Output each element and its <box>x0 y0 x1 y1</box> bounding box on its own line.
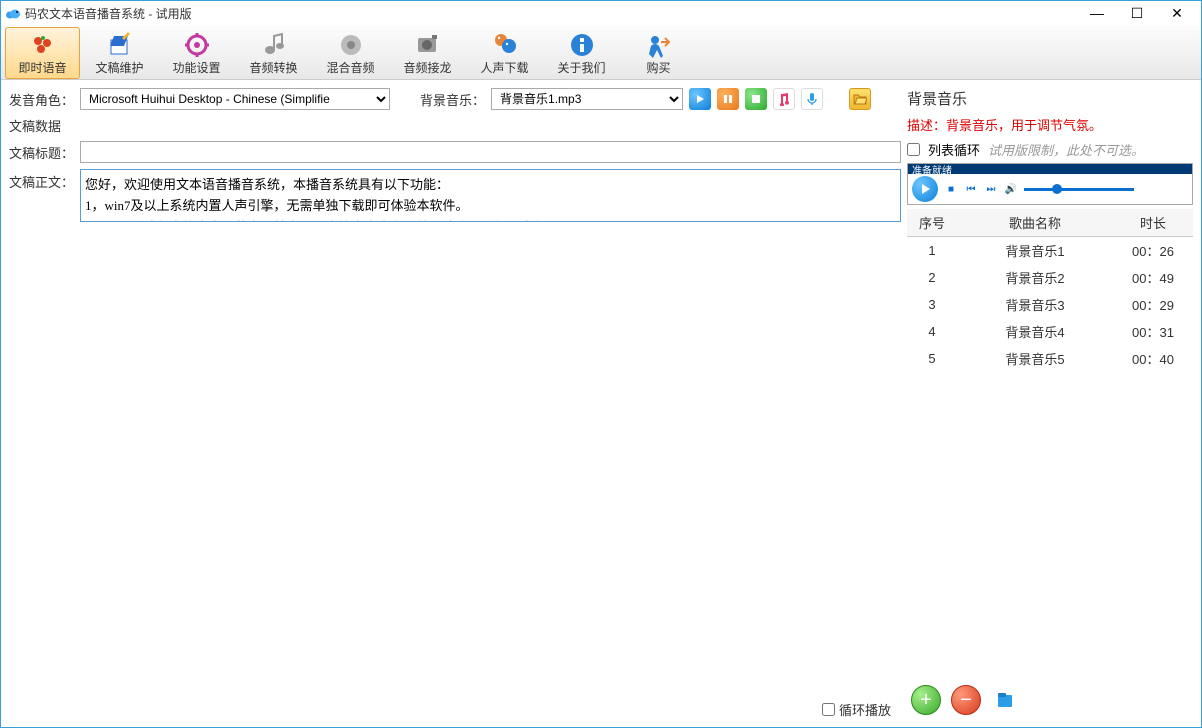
bgm-label: 背景音乐： <box>420 90 485 109</box>
volume-slider[interactable] <box>1024 188 1134 191</box>
toolbar-icon <box>491 32 519 58</box>
toolbar-即时语音[interactable]: 即时语音 <box>5 27 80 79</box>
left-panel: 发音角色： Microsoft Huihui Desktop - Chinese… <box>9 88 901 719</box>
loop-checkbox[interactable] <box>822 703 835 716</box>
maximize-button[interactable]: ☐ <box>1117 1 1157 25</box>
song-table: 序号 歌曲名称 时长 1背景音乐100：262背景音乐200：493背景音乐30… <box>907 209 1193 372</box>
stop-button[interactable] <box>745 88 767 110</box>
toolbar-音频转换[interactable]: 音频转换 <box>236 27 311 79</box>
toolbar-icon <box>645 32 673 58</box>
song-row[interactable]: 3背景音乐300：29 <box>907 291 1193 318</box>
toolbar-文稿维护[interactable]: 文稿维护 <box>82 27 157 79</box>
right-title: 背景音乐 <box>907 88 1193 109</box>
song-row[interactable]: 5背景音乐500：40 <box>907 345 1193 372</box>
toolbar-icon <box>29 32 57 58</box>
voice-select[interactable]: Microsoft Huihui Desktop - Chinese (Simp… <box>80 88 390 110</box>
toolbar-icon <box>414 32 442 58</box>
toolbar-label: 购买 <box>646 59 670 76</box>
toolbar-label: 功能设置 <box>172 59 220 76</box>
toolbar-混合音频[interactable]: 混合音频 <box>313 27 388 79</box>
toolbar-label: 音频接龙 <box>403 59 451 76</box>
body-field-label: 文稿正文： <box>9 169 74 191</box>
toolbar-icon <box>106 32 134 58</box>
toolbar-音频接龙[interactable]: 音频接龙 <box>390 27 465 79</box>
browse-button[interactable] <box>991 685 1021 715</box>
toolbar: 即时语音 文稿维护 功能设置 音频转换 混合音频 音频接龙 人声下载 关于我们 购买 <box>1 25 1201 80</box>
remove-button[interactable]: − <box>951 685 981 715</box>
list-loop-label: 列表循环 <box>928 140 980 159</box>
body-textarea[interactable] <box>80 169 901 222</box>
app-icon <box>5 5 21 21</box>
toolbar-icon <box>568 32 596 58</box>
player: 准备就绪 ■ ⏮ ⏭ 🔊 <box>907 163 1193 205</box>
toolbar-label: 文稿维护 <box>95 59 143 76</box>
song-row[interactable]: 2背景音乐200：49 <box>907 264 1193 291</box>
toolbar-label: 关于我们 <box>557 59 605 76</box>
open-folder-button[interactable] <box>849 88 871 110</box>
minimize-button[interactable]: — <box>1077 1 1117 25</box>
app-window: 码农文本语音播音系统 - 试用版 — ☐ ✕ 即时语音 文稿维护 功能设置 音频转换 混… <box>0 0 1202 728</box>
toolbar-icon <box>183 32 211 58</box>
titlebar: 码农文本语音播音系统 - 试用版 — ☐ ✕ <box>1 1 1201 25</box>
window-title: 码农文本语音播音系统 - 试用版 <box>25 5 1077 22</box>
toolbar-icon <box>337 32 365 58</box>
toolbar-功能设置[interactable]: 功能设置 <box>159 27 234 79</box>
toolbar-关于我们[interactable]: 关于我们 <box>544 27 619 79</box>
right-description: 描述：背景音乐，用于调节气氛。 <box>907 113 1193 136</box>
section-label: 文稿数据 <box>9 116 61 135</box>
toolbar-label: 人声下载 <box>480 59 528 76</box>
title-field-label: 文稿标题： <box>9 143 74 162</box>
toolbar-label: 即时语音 <box>18 59 66 76</box>
toolbar-人声下载[interactable]: 人声下载 <box>467 27 542 79</box>
loop-label: 循环播放 <box>839 700 891 719</box>
bgm-select[interactable]: 背景音乐1.mp3 <box>491 88 683 110</box>
restriction-text: 试用版限制，此处不可选。 <box>988 140 1144 159</box>
player-status: 准备就绪 <box>908 164 1192 174</box>
col-no: 序号 <box>907 209 957 237</box>
player-stop-button[interactable]: ■ <box>944 182 958 196</box>
mic-icon[interactable] <box>801 88 823 110</box>
player-next-button[interactable]: ⏭ <box>984 182 998 196</box>
player-prev-button[interactable]: ⏮ <box>964 182 978 196</box>
col-duration: 时长 <box>1113 209 1193 237</box>
right-panel: 背景音乐 描述：背景音乐，用于调节气氛。 列表循环 试用版限制，此处不可选。 准… <box>907 88 1193 719</box>
toolbar-icon <box>260 32 288 58</box>
toolbar-label: 音频转换 <box>249 59 297 76</box>
voice-label: 发音角色： <box>9 90 74 109</box>
volume-icon[interactable]: 🔊 <box>1004 182 1018 196</box>
toolbar-购买[interactable]: 购买 <box>621 27 696 79</box>
add-button[interactable]: + <box>911 685 941 715</box>
title-input[interactable] <box>80 141 901 163</box>
music-icon[interactable] <box>773 88 795 110</box>
player-play-button[interactable] <box>912 176 938 202</box>
play-button[interactable] <box>689 88 711 110</box>
close-button[interactable]: ✕ <box>1157 1 1197 25</box>
list-loop-checkbox[interactable] <box>907 143 920 156</box>
toolbar-label: 混合音频 <box>326 59 374 76</box>
pause-button[interactable] <box>717 88 739 110</box>
song-row[interactable]: 4背景音乐400：31 <box>907 318 1193 345</box>
song-row[interactable]: 1背景音乐100：26 <box>907 237 1193 265</box>
col-name: 歌曲名称 <box>957 209 1113 237</box>
